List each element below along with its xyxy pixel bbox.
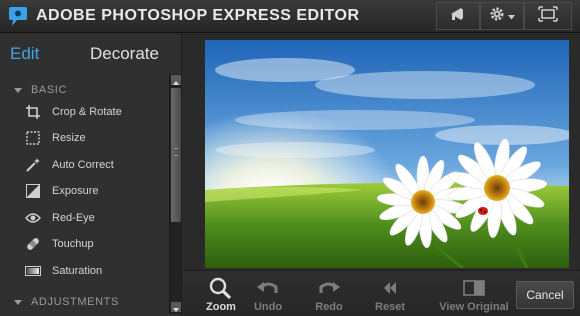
section-adjustments[interactable]: ADJUSTMENTS	[0, 293, 168, 311]
tool-auto-correct[interactable]: Auto Correct	[0, 154, 168, 176]
redo-label: Redo	[315, 301, 343, 313]
feedback-button[interactable]	[436, 2, 480, 30]
section-adjustments-label: ADJUSTMENTS	[31, 296, 119, 308]
tab-decorate[interactable]: Decorate	[90, 44, 159, 64]
tool-saturation[interactable]: Saturation	[0, 260, 168, 282]
title-bar: ADOBE PHOTOSHOP EXPRESS EDITOR	[0, 0, 580, 33]
view-original-label: View Original	[439, 301, 509, 313]
undo-label: Undo	[253, 301, 283, 313]
app-title: ADOBE PHOTOSHOP EXPRESS EDITOR	[36, 7, 360, 24]
photo-canvas[interactable]	[205, 40, 569, 268]
tool-resize[interactable]: Resize	[0, 127, 168, 149]
expand-arrow-icon	[14, 87, 22, 93]
tool-label: Red-Eye	[52, 212, 95, 224]
tool-touchup[interactable]: Touchup	[0, 233, 168, 255]
magic-wand-icon	[25, 157, 41, 173]
undo-button[interactable]: Undo	[253, 277, 283, 315]
zoom-label: Zoom	[206, 301, 236, 313]
reset-button[interactable]: Reset	[374, 277, 406, 315]
canvas-area	[183, 34, 580, 270]
bandage-icon	[25, 236, 41, 252]
redo-button[interactable]: Redo	[314, 277, 344, 315]
eye-icon	[25, 210, 41, 226]
crop-icon	[25, 104, 41, 120]
megaphone-icon	[449, 6, 467, 27]
chevron-down-icon	[508, 7, 515, 25]
scroll-thumb[interactable]	[171, 88, 181, 222]
resize-icon	[25, 130, 41, 146]
scroll-grip-icon	[174, 148, 178, 156]
section-basic[interactable]: BASIC	[0, 81, 168, 99]
saturation-icon	[25, 263, 41, 279]
settings-button[interactable]	[480, 2, 524, 30]
tool-label: Saturation	[52, 265, 103, 277]
fullscreen-icon	[538, 5, 558, 27]
scroll-down-arrow-icon[interactable]	[171, 302, 181, 312]
tools-panel: Edit Decorate BASIC Crop & Rotate Resize…	[0, 34, 182, 316]
magnifier-icon	[208, 277, 234, 299]
gear-icon	[489, 6, 505, 27]
mode-tabs: Edit Decorate	[0, 34, 182, 72]
tool-crop-rotate[interactable]: Crop & Rotate	[0, 101, 168, 123]
undo-icon	[256, 277, 280, 299]
tool-label: Touchup	[52, 238, 94, 250]
photoshop-express-logo-icon	[6, 6, 30, 28]
tool-red-eye[interactable]: Red-Eye	[0, 207, 168, 229]
bottom-toolbar: Zoom Undo Redo Reset View Original Cance…	[183, 270, 580, 316]
scroll-up-arrow-icon[interactable]	[171, 75, 181, 85]
tool-exposure[interactable]: Exposure	[0, 180, 168, 202]
tool-label: Exposure	[52, 185, 99, 197]
section-basic-label: BASIC	[31, 84, 68, 96]
tab-edit[interactable]: Edit	[10, 44, 39, 64]
fullscreen-button[interactable]	[524, 2, 572, 30]
expand-arrow-icon	[14, 299, 22, 305]
tools-scrollbar[interactable]	[169, 74, 181, 314]
zoom-button[interactable]: Zoom	[203, 277, 239, 315]
compare-icon	[462, 277, 486, 299]
tool-label: Resize	[52, 132, 86, 144]
cancel-button[interactable]: Cancel	[516, 281, 574, 309]
reset-icon	[381, 277, 399, 299]
redo-icon	[317, 277, 341, 299]
tool-label: Auto Correct	[52, 159, 114, 171]
reset-label: Reset	[375, 301, 405, 313]
exposure-icon	[25, 183, 41, 199]
view-original-button[interactable]: View Original	[437, 277, 511, 315]
tool-label: Crop & Rotate	[52, 106, 122, 118]
